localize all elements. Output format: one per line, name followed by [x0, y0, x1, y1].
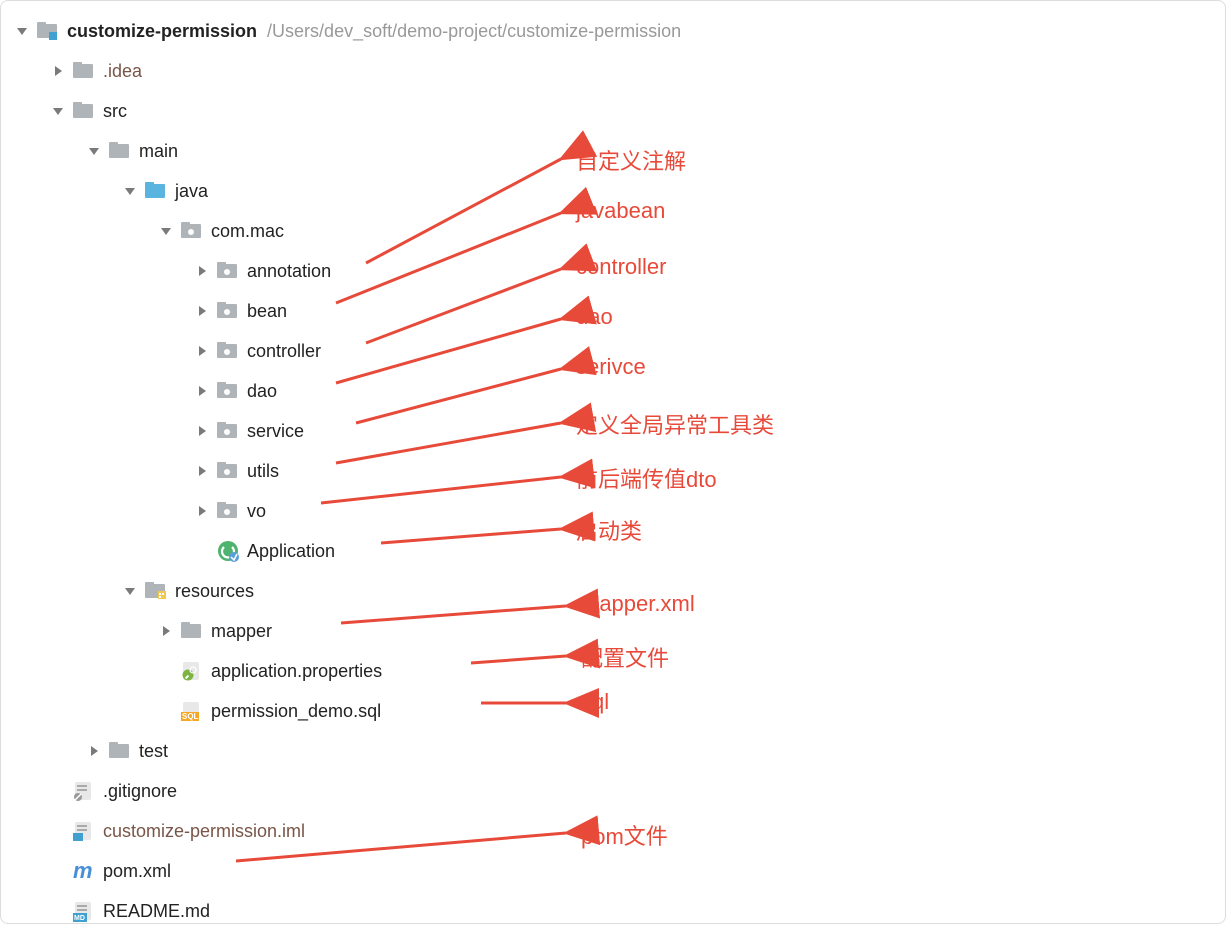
tree-label: src	[103, 101, 127, 122]
tree-label: customize-permission.iml	[103, 821, 305, 842]
tree-row-commac[interactable]: com.mac	[13, 211, 1213, 251]
chevron-right-icon[interactable]	[193, 502, 211, 520]
package-icon	[217, 380, 239, 402]
chevron-right-icon[interactable]	[193, 382, 211, 400]
tree-row-resources[interactable]: resources	[13, 571, 1213, 611]
package-icon	[217, 300, 239, 322]
markdown-file-icon	[73, 900, 95, 922]
project-path: /Users/dev_soft/demo-project/customize-p…	[267, 21, 681, 42]
class-icon	[217, 540, 239, 562]
tree-row-controller[interactable]: controller	[13, 331, 1213, 371]
chevron-right-icon[interactable]	[193, 302, 211, 320]
tree-label: mapper	[211, 621, 272, 642]
package-icon	[217, 500, 239, 522]
tree-row-sql[interactable]: permission_demo.sql	[13, 691, 1213, 731]
tree-row-test[interactable]: test	[13, 731, 1213, 771]
chevron-down-icon[interactable]	[157, 222, 175, 240]
package-icon	[181, 220, 203, 242]
chevron-down-icon[interactable]	[85, 142, 103, 160]
sql-file-icon	[181, 700, 203, 722]
tree-label: .gitignore	[103, 781, 177, 802]
chevron-right-icon[interactable]	[157, 622, 175, 640]
tree-label: com.mac	[211, 221, 284, 242]
tree-label: main	[139, 141, 178, 162]
tree-row-annotation[interactable]: annotation	[13, 251, 1213, 291]
tree-label: README.md	[103, 901, 210, 922]
tree-label: application.properties	[211, 661, 382, 682]
module-folder-icon	[37, 20, 59, 42]
package-icon	[217, 340, 239, 362]
tree-label: service	[247, 421, 304, 442]
package-icon	[217, 260, 239, 282]
tree-row-mapper[interactable]: mapper	[13, 611, 1213, 651]
tree-row-appprops[interactable]: application.properties	[13, 651, 1213, 691]
tree-row-application[interactable]: Application	[13, 531, 1213, 571]
iml-file-icon	[73, 820, 95, 842]
folder-icon	[181, 620, 203, 642]
package-icon	[217, 460, 239, 482]
chevron-right-icon[interactable]	[193, 422, 211, 440]
tree-label: dao	[247, 381, 277, 402]
chevron-right-icon[interactable]	[85, 742, 103, 760]
tree-row-src[interactable]: src	[13, 91, 1213, 131]
gitignore-file-icon	[73, 780, 95, 802]
tree-row-bean[interactable]: bean	[13, 291, 1213, 331]
chevron-down-icon[interactable]	[13, 22, 31, 40]
chevron-down-icon[interactable]	[49, 102, 67, 120]
project-name: customize-permission	[67, 21, 257, 42]
tree-label: resources	[175, 581, 254, 602]
tree-label: bean	[247, 301, 287, 322]
tree-row-iml[interactable]: customize-permission.iml	[13, 811, 1213, 851]
package-icon	[217, 420, 239, 442]
tree-label: controller	[247, 341, 321, 362]
folder-icon	[73, 100, 95, 122]
maven-file-icon	[73, 860, 95, 882]
tree-row-service[interactable]: service	[13, 411, 1213, 451]
tree-label: Application	[247, 541, 335, 562]
tree-row-utils[interactable]: utils	[13, 451, 1213, 491]
chevron-down-icon[interactable]	[121, 182, 139, 200]
tree-row-root[interactable]: customize-permission /Users/dev_soft/dem…	[13, 11, 1213, 51]
folder-icon	[73, 60, 95, 82]
folder-icon	[109, 740, 131, 762]
properties-file-icon	[181, 660, 203, 682]
tree-row-main[interactable]: main	[13, 131, 1213, 171]
tree-row-dao[interactable]: dao	[13, 371, 1213, 411]
tree-label: annotation	[247, 261, 331, 282]
tree-row-gitignore[interactable]: .gitignore	[13, 771, 1213, 811]
tree-row-vo[interactable]: vo	[13, 491, 1213, 531]
source-folder-icon	[145, 180, 167, 202]
chevron-right-icon[interactable]	[49, 62, 67, 80]
chevron-down-icon[interactable]	[121, 582, 139, 600]
chevron-right-icon[interactable]	[193, 342, 211, 360]
tree-row-pom[interactable]: pom.xml	[13, 851, 1213, 891]
tree-label: test	[139, 741, 168, 762]
folder-icon	[109, 140, 131, 162]
tree-label: java	[175, 181, 208, 202]
tree-row-java[interactable]: java	[13, 171, 1213, 211]
tree-row-readme[interactable]: README.md	[13, 891, 1213, 931]
resources-folder-icon	[145, 580, 167, 602]
chevron-right-icon[interactable]	[193, 462, 211, 480]
project-tree: customize-permission /Users/dev_soft/dem…	[13, 11, 1213, 931]
tree-label: .idea	[103, 61, 142, 82]
tree-label: permission_demo.sql	[211, 701, 381, 722]
chevron-right-icon[interactable]	[193, 262, 211, 280]
tree-label: pom.xml	[103, 861, 171, 882]
tree-label: vo	[247, 501, 266, 522]
tree-label: utils	[247, 461, 279, 482]
tree-row-idea[interactable]: .idea	[13, 51, 1213, 91]
